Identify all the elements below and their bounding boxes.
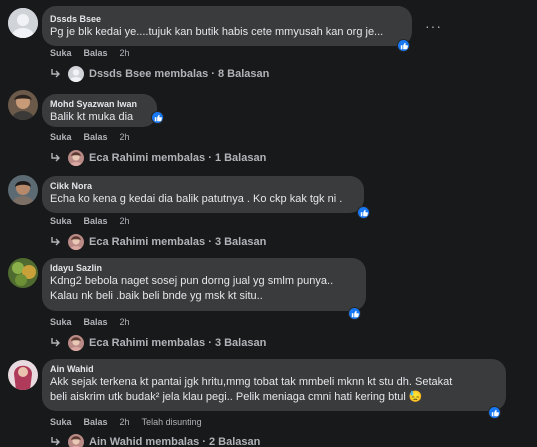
comment-actions: Suka Balas 2h [50,317,130,327]
avatar[interactable] [8,258,38,288]
reply-avatar [68,66,84,82]
reply-avatar [68,150,84,166]
profile-photo-icon [8,90,38,120]
reply-button[interactable]: Balas [84,417,108,427]
like-button[interactable]: Suka [50,48,72,58]
replies-label: Ain Wahid membalas · 2 Balasan [89,436,261,447]
comment-text: Echa ko kena g kedai dia balik patutnya … [50,193,343,205]
comment-text: Pg je blk kedai ye....tujuk kan butik ha… [50,26,384,38]
thumbs-up-icon[interactable] [348,307,361,320]
comment-text: Kalau nk beli .baik beli bnde yg msk kt … [50,290,263,302]
avatar[interactable] [8,175,38,205]
avatar[interactable] [8,90,38,120]
profile-photo-icon [8,258,38,288]
thumbs-up-icon[interactable] [488,406,501,419]
comment-actions: Suka Balas 2h Telah disunting [50,417,202,427]
comment-author[interactable]: Mohd Syazwan Iwan [50,98,147,110]
comment-bubble: Mohd Syazwan Iwan Balik kt muka dia [42,94,157,127]
view-replies-link[interactable]: Ain Wahid membalas · 2 Balasan [50,434,260,447]
view-replies-link[interactable]: Dssds Bsee membalas · 8 Balasan [50,66,269,82]
comment-bubble: Dssds Bsee Pg je blk kedai ye....tujuk k… [42,6,412,46]
comment-text: beli aiskrim utk budak² jela klau pegi..… [50,391,423,403]
like-button[interactable]: Suka [50,216,72,226]
view-replies-link[interactable]: Eca Rahimi membalas · 3 Balasan [50,335,266,351]
thumbs-up-icon[interactable] [357,206,370,219]
avatar[interactable] [8,360,38,390]
thumbs-up-icon[interactable] [397,39,410,52]
reply-avatar [68,234,84,250]
view-replies-link[interactable]: Eca Rahimi membalas · 1 Balasan [50,150,266,166]
profile-photo-icon [8,175,38,205]
avatar[interactable] [8,8,38,38]
reply-button[interactable]: Balas [84,48,108,58]
comment-author[interactable]: Cikk Nora [50,180,354,192]
reply-avatar [68,434,84,447]
comment-actions: Suka Balas 2h [50,48,130,58]
default-avatar-icon [8,8,38,38]
reply-button[interactable]: Balas [84,132,108,142]
replies-label: Eca Rahimi membalas · 3 Balasan [89,236,267,248]
reply-arrow-icon [51,153,60,162]
comment-timestamp[interactable]: 2h [120,417,130,427]
like-button[interactable]: Suka [50,132,72,142]
reply-arrow-icon [51,437,60,446]
replies-label: Dssds Bsee membalas · 8 Balasan [89,68,270,80]
reply-button[interactable]: Balas [84,317,108,327]
comment-author[interactable]: Dssds Bsee [50,13,402,25]
edited-label[interactable]: Telah disunting [142,417,202,427]
reply-button[interactable]: Balas [84,216,108,226]
reply-arrow-icon [51,69,60,78]
reply-avatar [68,335,84,351]
comment-actions: Suka Balas 2h [50,216,130,226]
comment-text: Akk sejak terkena kt pantai jgk hritu,mm… [50,376,453,388]
comment-text: Kdng2 bebola naget sosej pun dorng jual … [50,275,334,287]
comment-author[interactable]: Idayu Sazlin [50,262,356,274]
more-options-icon[interactable]: ··· [425,18,442,34]
replies-label: Eca Rahimi membalas · 3 Balasan [89,337,267,349]
profile-photo-icon [8,360,38,390]
comment-bubble: Ain Wahid Akk sejak terkena kt pantai jg… [42,359,506,411]
comment-timestamp[interactable]: 2h [120,216,130,226]
replies-label: Eca Rahimi membalas · 1 Balasan [89,152,267,164]
comment-timestamp[interactable]: 2h [120,132,130,142]
comment-text: Balik kt muka dia [50,111,134,123]
thumbs-up-icon[interactable] [151,111,164,124]
reply-arrow-icon [51,237,60,246]
reply-arrow-icon [51,338,60,347]
comment-bubble: Idayu Sazlin Kdng2 bebola naget sosej pu… [42,258,366,311]
view-replies-link[interactable]: Eca Rahimi membalas · 3 Balasan [50,234,266,250]
comment-bubble: Cikk Nora Echa ko kena g kedai dia balik… [42,176,364,213]
like-button[interactable]: Suka [50,417,72,427]
comment-author[interactable]: Ain Wahid [50,363,496,375]
comment-timestamp[interactable]: 2h [120,48,130,58]
like-button[interactable]: Suka [50,317,72,327]
comment-timestamp[interactable]: 2h [120,317,130,327]
comment-actions: Suka Balas 2h [50,132,130,142]
